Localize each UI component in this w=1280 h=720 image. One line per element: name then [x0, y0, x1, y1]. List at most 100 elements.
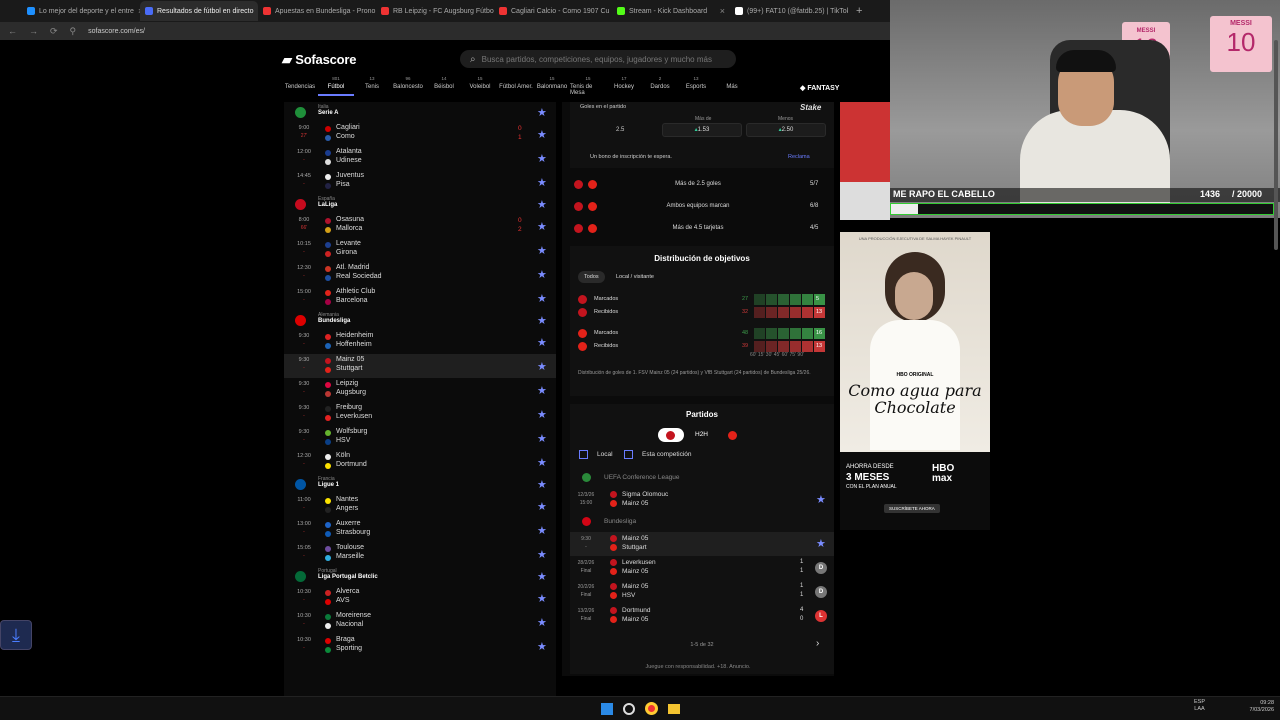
favorite-star-icon[interactable]: ★	[537, 360, 547, 373]
sport-tab[interactable]: 13 Tenis	[354, 76, 390, 96]
favorite-star-icon[interactable]: ★	[537, 524, 547, 537]
match-row[interactable]: 10:30 - Moreirense Nacional ★	[284, 610, 556, 634]
fantasy-link[interactable]: ◆ FANTASY	[800, 84, 839, 92]
favorite-star-icon[interactable]: ★	[537, 220, 547, 233]
h2h-match-row[interactable]: 9:30 - Mainz 05 Stuttgart ★	[570, 532, 834, 556]
match-row[interactable]: 12:30 - Atl. Madrid Real Sociedad ★	[284, 262, 556, 286]
browser-tab[interactable]: Apuestas en Bundesliga - Prono×	[258, 1, 376, 21]
league-header[interactable]: Italia Serie A ★	[284, 102, 556, 122]
local-checkbox[interactable]	[579, 450, 588, 459]
match-row[interactable]: 10:15 - Levante Girona ★	[284, 238, 556, 262]
favorite-star-icon[interactable]: ★	[537, 500, 547, 513]
match-row[interactable]: 8:00 66' Osasuna Mallorca 0 2 ★	[284, 214, 556, 238]
pin-league-icon[interactable]: ★	[537, 106, 547, 119]
match-row[interactable]: 9:30 - Wolfsburg HSV ★	[284, 426, 556, 450]
under-odds-button[interactable]: ▴2.50	[746, 123, 826, 137]
sport-tab[interactable]: 15 Tenis de Mesa	[570, 76, 606, 96]
browser-tab[interactable]: RB Leipzig - FC Augsburg Fútbo×	[376, 1, 494, 21]
match-row[interactable]: 15:05 - Toulouse Marseille ★	[284, 542, 556, 566]
sport-tab[interactable]: 801 Fútbol	[318, 76, 354, 96]
match-row[interactable]: 9:30 - Freiburg Leverkusen ★	[284, 402, 556, 426]
match-row[interactable]: 11:00 - Nantes Angers ★	[284, 494, 556, 518]
favorite-star-icon[interactable]: ★	[537, 244, 547, 257]
favorite-star-icon[interactable]: ★	[537, 616, 547, 629]
stake-logo[interactable]: Stake	[800, 103, 821, 112]
sofascore-logo[interactable]: ▰ Sofascore	[282, 52, 356, 68]
stuttgart-toggle-icon[interactable]	[728, 431, 737, 440]
next-page-icon[interactable]: ›	[816, 638, 819, 649]
page-scrollbar[interactable]	[1274, 40, 1278, 250]
browser-tab[interactable]: Stream - Kick Dashboard ×	[612, 1, 730, 21]
taskbar-app-icon[interactable]	[623, 703, 635, 715]
bonus-cta[interactable]: Reclama	[788, 154, 810, 160]
h2h-match-row[interactable]: 13/2/26 Final Dortmund Mainz 05 4 0 L	[570, 604, 834, 628]
new-tab-icon[interactable]: +	[856, 5, 862, 17]
favorite-star-icon[interactable]: ★	[537, 548, 547, 561]
sport-tab[interactable]: 2 Dardos	[642, 76, 678, 96]
league-header[interactable]: Francia Ligue 1 ★	[284, 474, 556, 494]
match-row[interactable]: 10:30 - Alverca AVS ★	[284, 586, 556, 610]
favorite-star-icon[interactable]: ★	[537, 176, 547, 189]
sport-tab[interactable]: 15 Balonmano	[534, 76, 570, 96]
competition-checkbox[interactable]	[624, 450, 633, 459]
over-odds-button[interactable]: ▴1.53	[662, 123, 742, 137]
match-row[interactable]: 15:00 - Athletic Club Barcelona ★	[284, 286, 556, 310]
h2h-match-row[interactable]: 20/2/26 Final Mainz 05 HSV 1 1 D	[570, 580, 834, 604]
filter-home-away[interactable]: Local / visitante	[616, 274, 654, 280]
h2h-toggle[interactable]: H2H	[695, 431, 708, 438]
match-row[interactable]: 12:00 - Atalanta Udinese ★	[284, 146, 556, 170]
sport-tab[interactable]: Fútbol Amer.	[498, 76, 534, 96]
windows-start-icon[interactable]	[601, 703, 613, 715]
match-row[interactable]: 12:30 - Köln Dortmund ★	[284, 450, 556, 474]
favorite-star-icon[interactable]: ★	[537, 456, 547, 469]
browser-tab[interactable]: Resultados de fútbol en directo×	[140, 1, 258, 21]
favorite-star-icon[interactable]: ★	[537, 408, 547, 421]
match-row[interactable]: 9:30 - Heidenheim Hoffenheim ★	[284, 330, 556, 354]
forward-icon[interactable]: →	[29, 26, 38, 36]
match-row[interactable]: 13:00 - Auxerre Strasbourg ★	[284, 518, 556, 542]
favorite-star-icon[interactable]: ★	[816, 537, 826, 550]
favorite-star-icon[interactable]: ★	[816, 493, 826, 506]
pin-league-icon[interactable]: ★	[537, 198, 547, 211]
sport-tab[interactable]: Más	[714, 76, 750, 96]
chrome-icon[interactable]	[645, 702, 658, 715]
back-icon[interactable]: ←	[8, 26, 17, 36]
favorite-star-icon[interactable]: ★	[537, 384, 547, 397]
sport-tab[interactable]: 17 Hockey	[606, 76, 642, 96]
match-row[interactable]: 9:30 - Mainz 05 Stuttgart ★	[284, 354, 556, 378]
match-row[interactable]: 14:45 - Juventus Pisa ★	[284, 170, 556, 194]
url-text[interactable]: sofascore.com/es/	[88, 28, 145, 35]
favorite-star-icon[interactable]: ★	[537, 336, 547, 349]
search-input[interactable]: ⌕ Busca partidos, competiciones, equipos…	[460, 50, 736, 68]
favorite-star-icon[interactable]: ★	[537, 268, 547, 281]
league-header[interactable]: Alemania Bundesliga ★	[284, 310, 556, 330]
sport-tab[interactable]: 15 Voleibol	[462, 76, 498, 96]
close-tab-icon[interactable]: ×	[720, 6, 725, 16]
ad-banner-small[interactable]	[840, 102, 890, 220]
site-info-icon[interactable]: ⚲	[70, 26, 77, 37]
sport-tab[interactable]: Tendencias	[282, 76, 318, 96]
browser-tab[interactable]: Cagliari Calcio - Como 1907 Cu×	[494, 1, 612, 21]
h2h-match-row[interactable]: 12/3/26 15:00 Sigma Olomouc Mainz 05 ★	[570, 488, 834, 512]
match-row[interactable]: 9:00 27' Cagliari Como 0 1 ★	[284, 122, 556, 146]
favorite-star-icon[interactable]: ★	[537, 592, 547, 605]
reload-icon[interactable]: ⟳	[50, 26, 58, 37]
h2h-match-row[interactable]: 28/2/26 Final Leverkusen Mainz 05 1 1 D	[570, 556, 834, 580]
pin-league-icon[interactable]: ★	[537, 570, 547, 583]
pin-league-icon[interactable]: ★	[537, 478, 547, 491]
hbo-ad[interactable]: UNA PRODUCCIÓN EJECUTIVA DE SALMA HAYEK …	[840, 232, 990, 530]
match-row[interactable]: 10:30 - Braga Sporting ★	[284, 634, 556, 658]
sport-tab[interactable]: 96 Baloncesto	[390, 76, 426, 96]
pin-league-icon[interactable]: ★	[537, 314, 547, 327]
clock[interactable]: 09:28 7/03/2026	[1240, 700, 1274, 714]
competition-header[interactable]: Bundesliga	[570, 512, 834, 532]
league-header[interactable]: Portugal Liga Portugal Betclic ★	[284, 566, 556, 586]
browser-tab[interactable]: Lo mejor del deporte y el entre×	[22, 1, 140, 21]
competition-header[interactable]: UEFA Conference League	[570, 468, 834, 488]
match-row[interactable]: 9:30 - Leipzig Augsburg ★	[284, 378, 556, 402]
favorite-star-icon[interactable]: ★	[537, 152, 547, 165]
favorite-star-icon[interactable]: ★	[537, 292, 547, 305]
download-icon[interactable]: ⤓	[0, 620, 32, 650]
sport-tab[interactable]: 14 Béisbol	[426, 76, 462, 96]
browser-tab[interactable]: (99+) FAT10 (@fatdb.25) | TikTok×	[730, 1, 848, 21]
